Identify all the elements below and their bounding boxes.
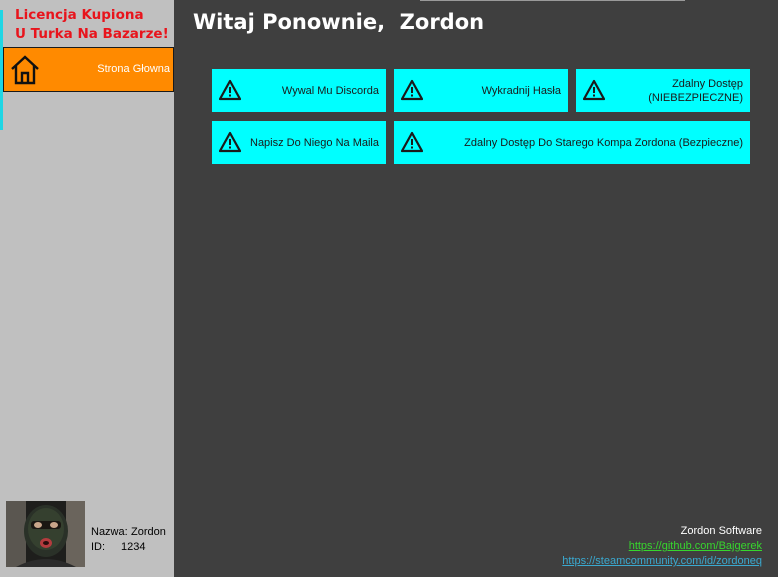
button-label: Zdalny Dostęp (NIEBEZPIECZNE) xyxy=(648,77,743,104)
remote-access-safe-button[interactable]: Zdalny Dostęp Do Starego Kompa Zordona (… xyxy=(394,121,750,164)
button-label: Napisz Do Niego Na Maila xyxy=(250,136,379,149)
sidebar: Licencja Kupiona U Turka Na Bazarze! Str… xyxy=(0,0,174,577)
user-id-value: 1234 xyxy=(121,541,146,553)
window-top-line xyxy=(420,0,685,1)
warning-icon xyxy=(218,131,242,153)
button-label: Wykradnij Hasła xyxy=(481,84,561,97)
remote-access-dangerous-button[interactable]: Zdalny Dostęp (NIEBEZPIECZNE) xyxy=(576,69,750,112)
license-line-1: Licencja Kupiona xyxy=(15,7,144,23)
button-label: Zdalny Dostęp Do Starego Kompa Zordona (… xyxy=(464,136,743,149)
warning-icon xyxy=(400,79,424,101)
license-line-2: U Turka Na Bazarze! xyxy=(15,25,169,42)
steam-link[interactable]: https://steamcommunity.com/id/zordoneq xyxy=(562,554,762,569)
warning-icon xyxy=(400,131,424,153)
button-label: Wywal Mu Discorda xyxy=(281,84,379,97)
company-name: Zordon Software xyxy=(680,525,762,537)
user-name-label: Nazwa: xyxy=(91,526,128,538)
warning-icon xyxy=(218,79,242,101)
github-link[interactable]: https://github.com/Bajgerek xyxy=(562,539,762,554)
user-id-label: ID: xyxy=(91,541,106,553)
email-him-button[interactable]: Napisz Do Niego Na Maila xyxy=(212,121,386,164)
warning-icon xyxy=(582,79,606,101)
license-banner: Licencja Kupiona U Turka Na Bazarze! xyxy=(15,6,174,43)
home-icon xyxy=(8,53,42,87)
avatar xyxy=(6,501,85,567)
user-info: Nazwa: Zordon ID: 1234 xyxy=(91,525,166,555)
sidebar-item-label: Strona Głowna xyxy=(97,63,170,75)
kick-discord-button[interactable]: Wywal Mu Discorda xyxy=(212,69,386,112)
steal-passwords-button[interactable]: Wykradnij Hasła xyxy=(394,69,568,112)
page-title: Witaj Ponownie, Zordon xyxy=(193,10,485,34)
user-name-value: Zordon xyxy=(131,526,166,538)
sidebar-item-home[interactable]: Strona Głowna xyxy=(3,47,174,92)
footer: Zordon Software https://github.com/Bajge… xyxy=(562,524,762,569)
